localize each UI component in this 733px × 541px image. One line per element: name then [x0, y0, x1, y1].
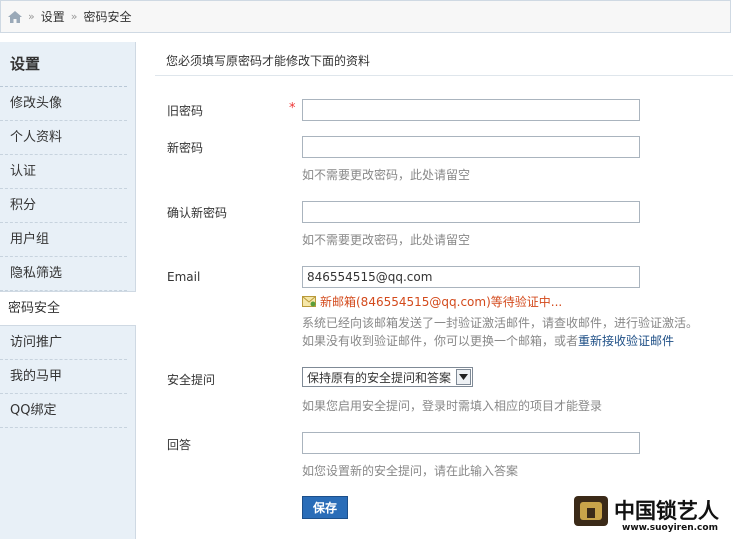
mail-icon — [302, 296, 316, 307]
sidebar-item-credits[interactable]: 积分 — [0, 189, 127, 223]
confirm-password-label: 确认新密码 — [167, 206, 228, 220]
sidebar-item-verify[interactable]: 认证 — [0, 155, 127, 189]
sidebar-title: 设置 — [0, 42, 127, 87]
email-hint-line2: 如果没有收到验证邮件，你可以更换一个邮箱，或者重新接收验证邮件 — [302, 332, 674, 349]
answer-hint: 如您设置新的安全提问，请在此输入答案 — [302, 464, 519, 478]
watermark-url: www.suoyiren.com — [622, 523, 718, 533]
answer-label: 回答 — [167, 438, 192, 452]
email-pending-status: 新邮箱(846554515@qq.com)等待验证中... — [302, 293, 562, 310]
sidebar-item-password[interactable]: 密码安全 — [0, 291, 136, 326]
old-password-input[interactable] — [302, 99, 640, 121]
breadcrumb-separator: » — [70, 10, 78, 23]
divider — [155, 75, 733, 76]
sidebar-item-usergroup[interactable]: 用户组 — [0, 223, 127, 257]
email-input[interactable] — [302, 266, 640, 288]
required-mark: * — [289, 101, 296, 116]
sidebar-item-qq[interactable]: QQ绑定 — [0, 394, 127, 428]
chevron-down-icon[interactable] — [456, 369, 471, 385]
sidebar-item-promotion[interactable]: 访问推广 — [0, 326, 127, 360]
breadcrumb-separator: » — [28, 10, 35, 23]
sidebar-item-vest[interactable]: 我的马甲 — [0, 360, 127, 394]
breadcrumb: » 设置 » 密码安全 — [0, 0, 731, 33]
form-notice: 您必须填写原密码才能修改下面的资料 — [166, 54, 371, 68]
answer-input[interactable] — [302, 432, 640, 454]
save-button[interactable]: 保存 — [302, 496, 348, 519]
watermark-logo: 中国锁艺人 www.suoyiren.com — [572, 490, 730, 534]
confirm-password-input[interactable] — [302, 201, 640, 223]
password-form: 您必须填写原密码才能修改下面的资料 旧密码 * 新密码 如不需要更改密码，此处请… — [136, 42, 733, 541]
watermark-text: 中国锁艺人 — [614, 498, 719, 523]
email-pending-text: 新邮箱(846554515@qq.com)等待验证中... — [320, 295, 563, 309]
breadcrumb-current: 密码安全 — [83, 10, 132, 24]
security-question-label: 安全提问 — [167, 373, 216, 387]
security-question-hint: 如果您启用安全提问，登录时需填入相应的项目才能登录 — [302, 399, 603, 413]
email-hint-text: 如果没有收到验证邮件，你可以更换一个邮箱，或者 — [302, 334, 579, 348]
sidebar: 设置 修改头像 个人资料 认证 积分 用户组 隐私筛选 密码安全 访问推广 我的… — [0, 42, 136, 539]
new-password-label: 新密码 — [167, 141, 204, 155]
sidebar-item-profile[interactable]: 个人资料 — [0, 121, 127, 155]
resend-verification-link[interactable]: 重新接收验证邮件 — [578, 334, 674, 348]
security-question-select[interactable]: 保持原有的安全提问和答案 — [302, 367, 473, 387]
new-password-input[interactable] — [302, 136, 640, 158]
confirm-password-hint: 如不需要更改密码，此处请留空 — [302, 233, 471, 247]
old-password-label: 旧密码 — [167, 104, 204, 118]
email-label: Email — [167, 270, 201, 284]
home-icon[interactable] — [8, 10, 22, 23]
new-password-hint: 如不需要更改密码，此处请留空 — [302, 168, 471, 182]
sidebar-item-avatar[interactable]: 修改头像 — [0, 87, 127, 121]
breadcrumb-settings[interactable]: 设置 — [41, 8, 65, 25]
email-hint-line1: 系统已经向该邮箱发送了一封验证激活邮件，请查收邮件，进行验证激活。 — [302, 316, 699, 330]
sidebar-item-privacy[interactable]: 隐私筛选 — [0, 257, 127, 291]
security-question-value: 保持原有的安全提问和答案 — [307, 370, 452, 385]
